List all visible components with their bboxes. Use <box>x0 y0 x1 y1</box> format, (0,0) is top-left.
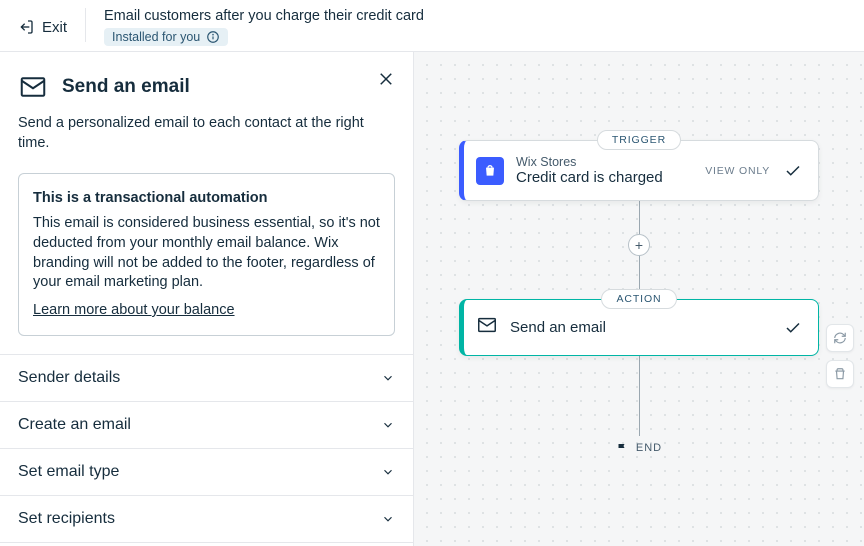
view-only-label: VIEW ONLY <box>705 165 770 177</box>
mail-icon <box>18 72 48 102</box>
exit-label: Exit <box>42 19 67 36</box>
action-title: Send an email <box>510 319 772 336</box>
accordion-label: Sender details <box>18 369 120 387</box>
accordion-label: Create an email <box>18 416 131 434</box>
end-label: END <box>636 442 662 454</box>
close-icon <box>377 70 395 88</box>
installed-badge: Installed for you <box>104 28 228 46</box>
trigger-overline: Wix Stores <box>516 155 693 169</box>
exit-button[interactable]: Exit <box>18 8 86 42</box>
page-title: Email customers after you charge their c… <box>104 8 424 24</box>
accordion-label: Set recipients <box>18 510 115 528</box>
connector <box>639 201 640 235</box>
accordion-label: Set email type <box>18 463 119 481</box>
delete-tool[interactable] <box>826 360 854 388</box>
check-icon <box>784 162 802 180</box>
info-icon[interactable] <box>206 30 220 44</box>
info-card-body: This email is considered business essent… <box>33 214 380 293</box>
action-pill: ACTION <box>601 289 676 309</box>
mail-icon <box>476 314 498 341</box>
connector <box>639 356 640 436</box>
chevron-down-icon <box>381 512 395 526</box>
add-step-button[interactable]: + <box>628 234 650 256</box>
accordion-set-recipients[interactable]: Set recipients <box>0 496 413 543</box>
sidebar-description: Send a personalized email to each contac… <box>18 114 395 153</box>
refresh-tool[interactable] <box>826 324 854 352</box>
chevron-down-icon <box>381 465 395 479</box>
trigger-title: Credit card is charged <box>516 169 693 186</box>
flow-canvas[interactable]: TRIGGER Wix Stores Credit card is charge… <box>414 52 864 546</box>
info-card: This is a transactional automation This … <box>18 173 395 336</box>
refresh-icon <box>833 331 847 345</box>
trash-icon <box>833 367 847 381</box>
config-sidebar: Send an email Send a personalized email … <box>0 52 414 546</box>
accordion-set-email-type[interactable]: Set email type <box>0 449 413 496</box>
close-button[interactable] <box>377 70 395 93</box>
accordion-sender-details[interactable]: Sender details <box>0 355 413 402</box>
chevron-down-icon <box>381 418 395 432</box>
trigger-pill: TRIGGER <box>597 130 681 150</box>
info-card-title: This is a transactional automation <box>33 190 380 206</box>
connector <box>639 255 640 289</box>
installed-badge-text: Installed for you <box>112 30 200 44</box>
check-icon <box>784 319 802 337</box>
sidebar-heading: Send an email <box>62 76 190 98</box>
accordion-create-email[interactable]: Create an email <box>0 402 413 449</box>
flag-icon <box>616 442 628 454</box>
store-icon <box>476 157 504 185</box>
chevron-down-icon <box>381 371 395 385</box>
learn-more-link[interactable]: Learn more about your balance <box>33 302 235 318</box>
flow-end: END <box>616 442 662 454</box>
exit-icon <box>18 19 34 35</box>
